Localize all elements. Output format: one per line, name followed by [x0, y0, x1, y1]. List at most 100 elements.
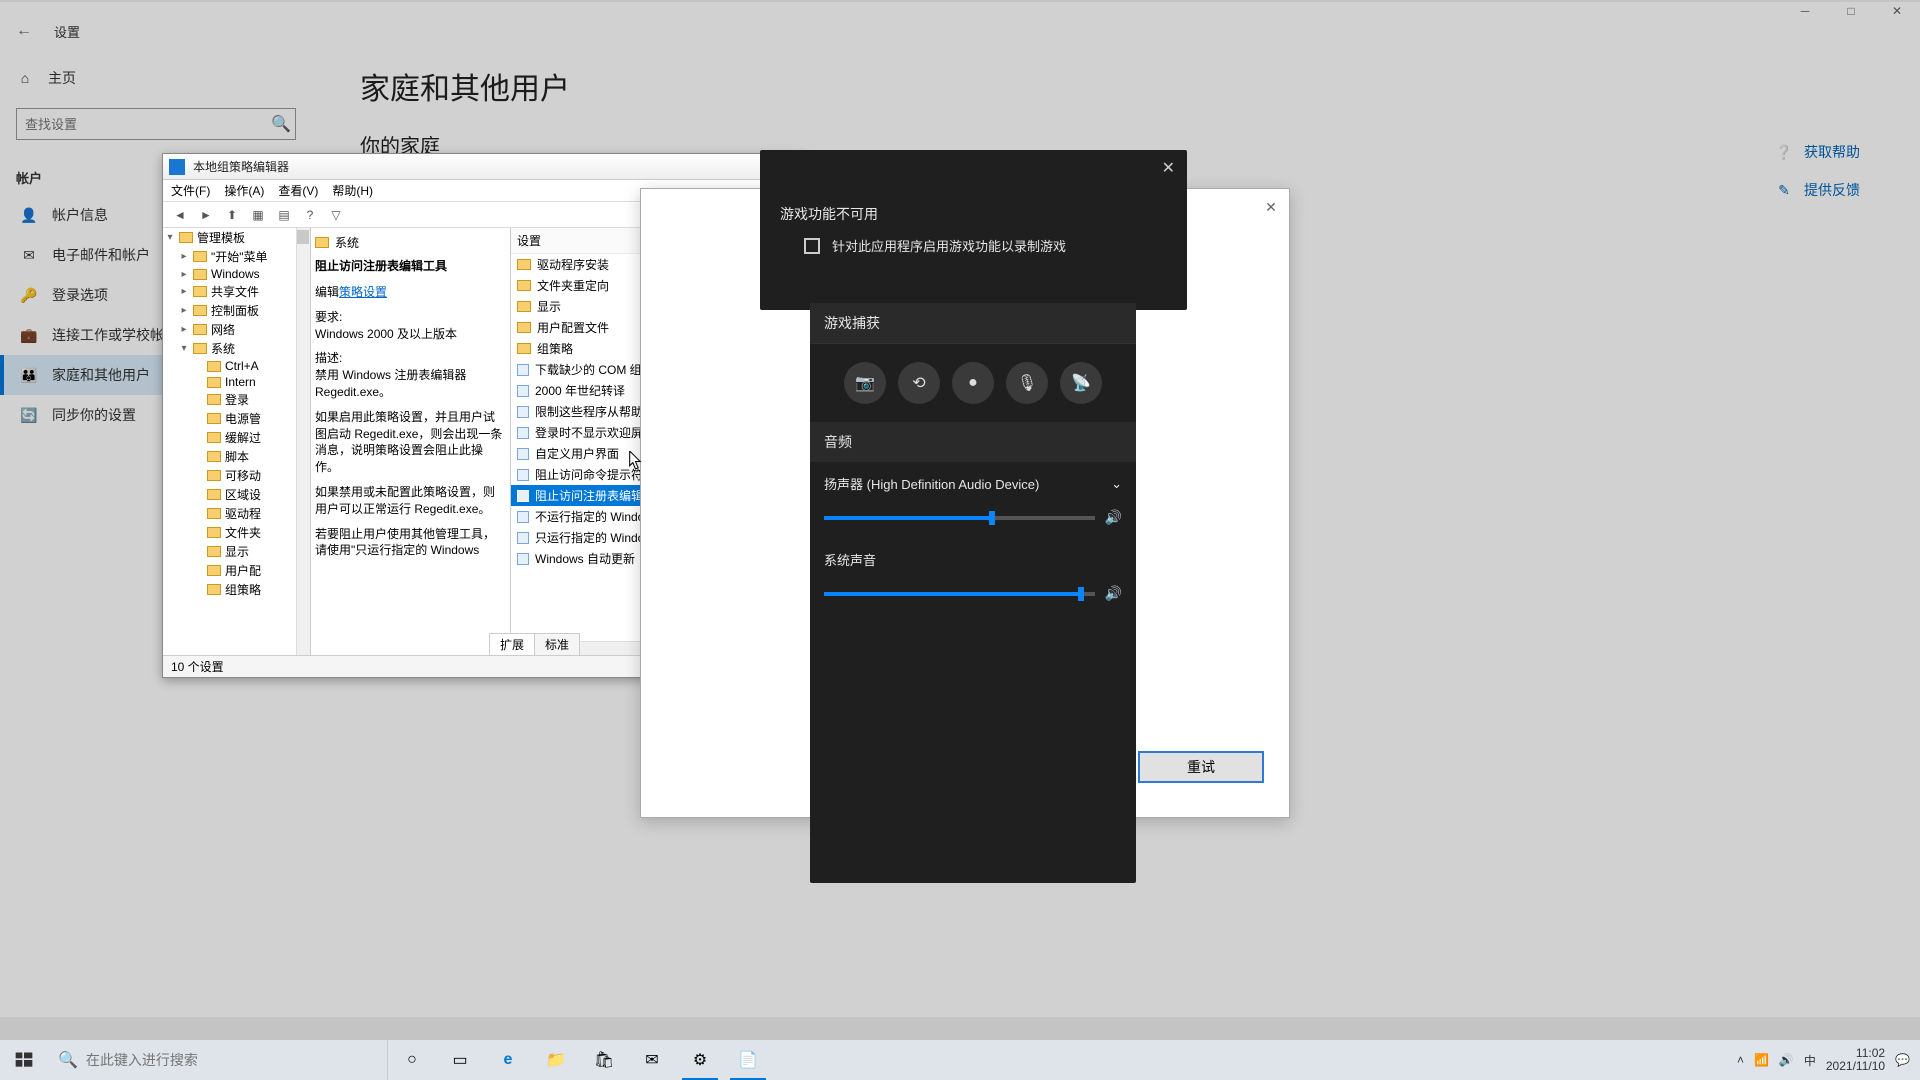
- task-explorer[interactable]: 📁: [532, 1040, 580, 1080]
- tree-row[interactable]: ▸Windows: [163, 266, 310, 282]
- desc-label: 描述:: [315, 351, 342, 365]
- tree-row[interactable]: ▸网络: [163, 320, 310, 339]
- tray-clock[interactable]: 11:02 2021/11/10: [1826, 1047, 1885, 1073]
- task-gpedit[interactable]: 📄: [724, 1040, 772, 1080]
- policy-icon: [517, 532, 529, 544]
- policy-icon: [517, 406, 529, 418]
- tree-row[interactable]: ▸共享文件: [163, 282, 310, 301]
- taskbar-search[interactable]: 🔍: [48, 1040, 388, 1080]
- tree-row[interactable]: ▾系统: [163, 339, 310, 358]
- tray-volume-icon[interactable]: 🔊: [1779, 1053, 1794, 1067]
- list-label: 登录时不显示欢迎屏幕: [535, 424, 655, 441]
- list-label: 阻止访问命令提示符: [535, 466, 643, 483]
- tree-row[interactable]: 区域设: [163, 485, 310, 504]
- gamebar-unavailable-title: 游戏功能不可用: [760, 150, 1187, 236]
- tree-row[interactable]: 缓解过: [163, 428, 310, 447]
- list-label: Windows 自动更新: [535, 550, 635, 567]
- tree-row[interactable]: 电源管: [163, 409, 310, 428]
- tree-row[interactable]: 组策略: [163, 580, 310, 599]
- expand-icon[interactable]: ▸: [179, 251, 189, 262]
- task-mail[interactable]: ✉: [628, 1040, 676, 1080]
- toolbar-back[interactable]: ◄: [169, 205, 191, 225]
- task-view[interactable]: ▭: [436, 1040, 484, 1080]
- edit-policy-link[interactable]: 策略设置: [339, 285, 387, 299]
- expand-icon[interactable]: ▾: [165, 232, 175, 243]
- list-label: 2000 年世纪转译: [535, 382, 625, 399]
- folder-icon: [179, 232, 193, 243]
- toolbar-up[interactable]: ⬆: [221, 205, 243, 225]
- tree-row[interactable]: 脚本: [163, 447, 310, 466]
- taskbar-search-input[interactable]: [86, 1052, 377, 1068]
- tree-row[interactable]: Ctrl+A: [163, 358, 310, 374]
- list-label: 自定义用户界面: [535, 445, 619, 462]
- toolbar-props[interactable]: ▦: [247, 205, 269, 225]
- tree-label: 显示: [225, 543, 249, 560]
- gamebar-close-button[interactable]: ✕: [1162, 158, 1175, 178]
- tree-row[interactable]: ▾管理模板: [163, 228, 310, 247]
- tree-label: 登录: [225, 391, 249, 408]
- desc1: 禁用 Windows 注册表编辑器 Regedit.exe。: [315, 368, 466, 399]
- toolbar-forward[interactable]: ►: [195, 205, 217, 225]
- menu-view[interactable]: 查看(V): [278, 182, 318, 199]
- tree-row[interactable]: ▸ "开始"菜单: [163, 247, 310, 266]
- tree-scrollbar[interactable]: [296, 228, 310, 655]
- toolbar-help[interactable]: ?: [299, 205, 321, 225]
- folder-icon: [517, 259, 531, 270]
- task-store[interactable]: 🛍: [580, 1040, 628, 1080]
- tree-row[interactable]: 文件夹: [163, 523, 310, 542]
- mic-toggle-button[interactable]: 🎙: [1006, 362, 1048, 404]
- tray-ime[interactable]: 中: [1804, 1052, 1816, 1069]
- gpedit-titlebar[interactable]: 本地组策略编辑器: [163, 154, 804, 180]
- gpedit-tree[interactable]: ▾管理模板 ▸ "开始"菜单▸Windows▸共享文件▸控制面板▸网络▾系统Ctrl…: [163, 228, 311, 655]
- screenshot-button[interactable]: 📷: [844, 362, 886, 404]
- tray-notifications-icon[interactable]: 💬: [1895, 1053, 1910, 1067]
- system-tray: ˄ 📶 🔊 中 11:02 2021/11/10 💬: [1727, 1047, 1920, 1073]
- task-edge[interactable]: e: [484, 1040, 532, 1080]
- speaker-row[interactable]: 扬声器 (High Definition Audio Device) ⌄: [810, 462, 1136, 505]
- req-label: 要求:: [315, 310, 342, 324]
- folder-icon: [207, 546, 221, 557]
- tree-label: 电源管: [225, 410, 261, 427]
- start-button[interactable]: [0, 1040, 48, 1080]
- tree-row[interactable]: 可移动: [163, 466, 310, 485]
- desc3: 如果禁用或未配置此策略设置，则用户可以正常运行 Regedit.exe。: [315, 484, 506, 518]
- speaker-volume-slider[interactable]: [824, 516, 1095, 520]
- toolbar-refresh[interactable]: ▤: [273, 205, 295, 225]
- system-volume-slider[interactable]: [824, 592, 1095, 596]
- broadcast-button[interactable]: 📡: [1060, 362, 1102, 404]
- tray-chevron-icon[interactable]: ˄: [1737, 1053, 1744, 1067]
- tree-label: 文件夹: [225, 524, 261, 541]
- tree-row[interactable]: 用户配: [163, 561, 310, 580]
- tree-label: "开始"菜单: [211, 248, 268, 265]
- folder-icon: [207, 451, 221, 462]
- toolbar-filter[interactable]: ▽: [325, 205, 347, 225]
- audio-section-title: 音频: [810, 422, 1136, 462]
- tray-network-icon[interactable]: 📶: [1754, 1053, 1769, 1067]
- retry-button[interactable]: 重试: [1138, 751, 1264, 783]
- menu-action[interactable]: 操作(A): [224, 182, 264, 199]
- record-button[interactable]: ●: [952, 362, 994, 404]
- task-settings[interactable]: ⚙: [676, 1040, 724, 1080]
- tab-standard[interactable]: 标准: [534, 633, 580, 655]
- desc4: 若要阻止用户使用其他管理工具，请使用"只运行指定的 Windows: [315, 526, 506, 560]
- gpedit-title: 本地组策略编辑器: [193, 158, 798, 175]
- menu-file[interactable]: 文件(F): [171, 182, 210, 199]
- expand-icon[interactable]: ▸: [179, 269, 189, 280]
- expand-icon[interactable]: ▸: [179, 286, 189, 297]
- dialog-close-button[interactable]: ✕: [1259, 195, 1283, 219]
- expand-icon[interactable]: ▾: [179, 343, 189, 354]
- record-last-button[interactable]: ⟲: [898, 362, 940, 404]
- folder-icon: [315, 237, 329, 248]
- menu-help[interactable]: 帮助(H): [332, 182, 373, 199]
- expand-icon[interactable]: ▸: [179, 324, 189, 335]
- desc2: 如果启用此策略设置，并且用户试图启动 Regedit.exe，则会出现一条消息，…: [315, 409, 506, 476]
- expand-icon[interactable]: ▸: [179, 305, 189, 316]
- enable-game-checkbox[interactable]: [804, 238, 820, 254]
- tree-row[interactable]: 显示: [163, 542, 310, 561]
- tree-row[interactable]: 登录: [163, 390, 310, 409]
- tree-row[interactable]: 驱动程: [163, 504, 310, 523]
- tree-row[interactable]: ▸控制面板: [163, 301, 310, 320]
- tab-extended[interactable]: 扩展: [489, 633, 535, 655]
- task-cortana[interactable]: ○: [388, 1040, 436, 1080]
- tree-row[interactable]: Intern: [163, 374, 310, 390]
